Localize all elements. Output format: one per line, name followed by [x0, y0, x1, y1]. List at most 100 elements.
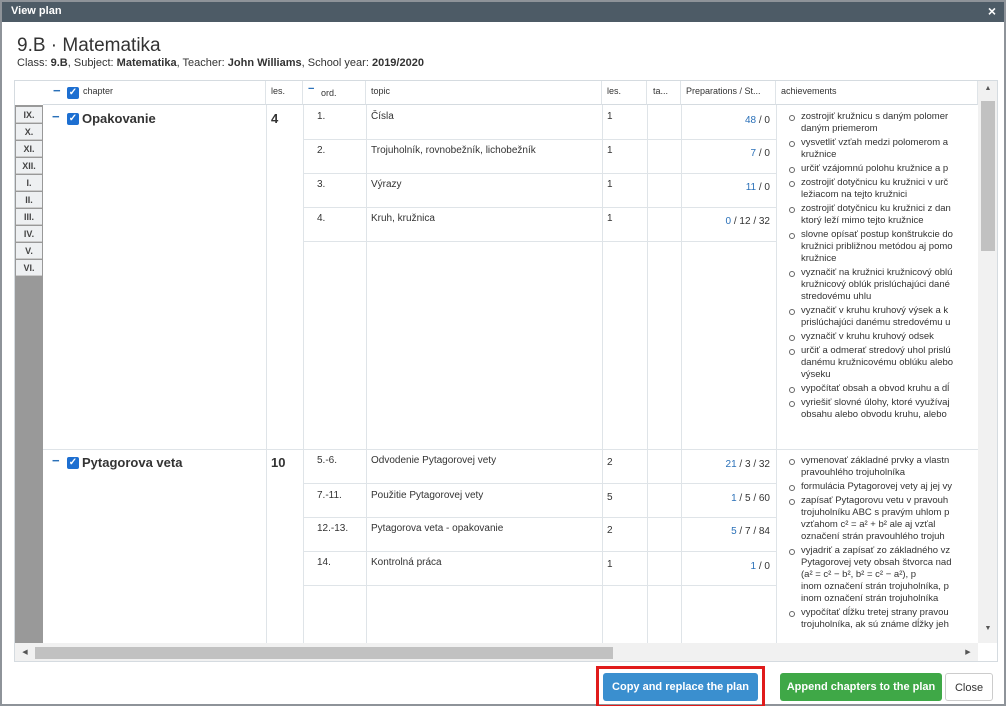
preparations-link[interactable]: 48: [745, 115, 756, 126]
achievement-item: vyriešiť slovné úlohy, ktoré využívaj: [787, 397, 979, 409]
topic-preparations: 1 / 5 / 60: [690, 493, 770, 504]
preparations-rest: / 0: [756, 148, 770, 159]
achievement-line: trojuholníku ABC s pravým uhlom p: [801, 507, 950, 518]
topic-ord: 3.: [317, 179, 326, 190]
chapter-name: Opakovanie: [82, 111, 156, 126]
achievement-line: kružnicový oblúk prislúchajúci dané: [801, 279, 950, 290]
grade-tab[interactable]: II.: [16, 192, 42, 208]
col-les-header[interactable]: les.: [266, 81, 303, 105]
col-achievements-header[interactable]: achievements: [776, 81, 978, 105]
preparations-link[interactable]: 11: [746, 182, 756, 193]
col-les2-header[interactable]: les.: [602, 81, 647, 105]
collapse-topics-icon[interactable]: −: [308, 83, 314, 95]
topic-ord: 14.: [317, 557, 331, 568]
achievement-item: vypočítať obsah a obvod kruhu a dĺ: [787, 383, 979, 395]
achievement-line: trojuholníka, ak sú známe dĺžky jeh: [801, 619, 949, 630]
vertical-scroll-thumb[interactable]: [981, 101, 995, 251]
topic-name: Výrazy: [371, 179, 402, 190]
teacher-label: , Teacher:: [176, 57, 228, 69]
grade-tab[interactable]: VI.: [16, 260, 42, 276]
achievement-item: zostrojiť dotyčnicu ku kružnici v urč: [787, 177, 979, 189]
col-chapter-header[interactable]: − ✓ chapter: [43, 81, 266, 105]
grade-tab[interactable]: XII.: [16, 158, 42, 174]
chapter-checkbox[interactable]: ✓: [67, 113, 79, 125]
plan-meta: Class: 9.B, Subject: Matematika, Teacher…: [17, 57, 424, 69]
achievement-line: stredovému uhlu: [801, 291, 872, 302]
topic-name: Kruh, kružnica: [371, 213, 435, 224]
close-icon[interactable]: ×: [988, 3, 996, 19]
col-topic-label: topic: [371, 86, 391, 96]
col-ord-header[interactable]: − ord.: [303, 81, 366, 105]
dialog-titlebar: View plan ×: [2, 2, 1004, 22]
grade-tab[interactable]: V.: [16, 243, 42, 259]
achievement-item: určiť a odmerať stredový uhol prislú: [787, 345, 979, 357]
col-chapter-label: chapter: [83, 86, 114, 96]
achievement-line: kružnice: [801, 253, 837, 264]
teacher-value: John Williams: [227, 57, 302, 69]
preparations-rest: / 0: [756, 182, 770, 193]
topic-lessons: 1: [607, 179, 613, 190]
grade-tab[interactable]: XI.: [16, 141, 42, 157]
topic-name: Trojuholník, rovnobežník, lichobežník: [371, 145, 536, 156]
scroll-left-icon[interactable]: ◀: [15, 648, 35, 656]
dialog-title: View plan: [11, 5, 62, 17]
grade-tab[interactable]: IV.: [16, 226, 42, 242]
achievement-item: slovne opísať postup konštrukcie do: [787, 229, 979, 241]
topic-name: Kontrolná práca: [371, 557, 442, 568]
achievement-line: inom označení strán trojuholníka: [801, 593, 939, 604]
achievement-item: vyznačiť na kružnici kružnicový oblú: [787, 267, 979, 279]
topic-lessons: 5: [607, 492, 613, 503]
close-button[interactable]: Close: [945, 673, 993, 701]
topic-preparations: 48 / 0: [690, 115, 770, 126]
topic-name: Odvodenie Pytagorovej vety: [371, 455, 497, 466]
achievement-item: formulácia Pytagorovej vety aj jej vy: [787, 481, 979, 493]
topic-ord: 5.-6.: [317, 455, 338, 466]
chapter-lessons: 10: [271, 455, 286, 470]
topic-lessons: 2: [607, 457, 613, 468]
achievement-line: prislúchajúci danému stredovému u: [801, 317, 951, 328]
scroll-right-icon[interactable]: ▶: [958, 648, 978, 656]
topic-preparations: 0 / 12 / 32: [690, 216, 770, 227]
achievement-line: kružnice: [801, 149, 837, 160]
col-topic-header[interactable]: topic: [366, 81, 602, 105]
topic-lessons: 1: [607, 111, 613, 122]
topic-ord: 7.-11.: [317, 490, 342, 501]
col-prep-header[interactable]: Preparations / St...: [681, 81, 776, 105]
copy-and-replace-button[interactable]: Copy and replace the plan: [603, 673, 758, 701]
collapse-chapter-icon[interactable]: −: [52, 453, 60, 468]
topic-ord: 12.-13.: [317, 523, 349, 534]
preparations-rest: / 3 / 32: [736, 459, 770, 470]
scroll-down-icon[interactable]: ▼: [978, 625, 997, 632]
grade-tab[interactable]: X.: [16, 124, 42, 140]
achievement-line: výseku: [801, 369, 831, 380]
achievement-line: obsahu alebo obvodu kruhu, alebo: [801, 409, 947, 420]
topic-lessons: 1: [607, 213, 613, 224]
achievement-line: označení strán pravouhlého trojuh: [801, 531, 945, 542]
select-all-checkbox[interactable]: ✓: [67, 87, 79, 99]
horizontal-scroll-thumb[interactable]: [35, 647, 613, 659]
col-ach-label: achievements: [781, 86, 837, 96]
preparations-link[interactable]: 21: [726, 459, 737, 470]
topic-name: Pytagorova veta - opakovanie: [371, 523, 504, 534]
topic-name: Čísla: [371, 111, 394, 122]
class-label: Class:: [17, 57, 51, 69]
vertical-scrollbar[interactable]: ▲ ▼: [978, 81, 997, 643]
achievement-line: pravouhlého trojuholníka: [801, 467, 906, 478]
scroll-up-icon[interactable]: ▲: [978, 85, 997, 92]
achievement-item: zostrojiť kružnicu s daným polomer: [787, 111, 979, 123]
horizontal-scrollbar[interactable]: ◀ ▶: [15, 643, 978, 661]
collapse-chapter-icon[interactable]: −: [52, 109, 60, 124]
grade-tab[interactable]: III.: [16, 209, 42, 225]
grade-tab[interactable]: I.: [16, 175, 42, 191]
append-chapters-button[interactable]: Append chapters to the plan: [780, 673, 942, 701]
chapter-checkbox[interactable]: ✓: [67, 457, 79, 469]
grade-tab[interactable]: IX.: [16, 107, 42, 123]
achievement-item: vymenovať základné prvky a vlastn: [787, 455, 979, 467]
col-ta-header[interactable]: ta...: [647, 81, 681, 105]
achievement-item: vysvetliť vzťah medzi polomerom a: [787, 137, 979, 149]
achievement-item: určiť vzájomnú polohu kružnice a p: [787, 163, 979, 175]
collapse-all-icon[interactable]: −: [53, 83, 61, 98]
topic-preparations: 7 / 0: [690, 148, 770, 159]
topic-lessons: 1: [607, 559, 613, 570]
achievements-list: zostrojiť kružnicu s daným polomer daným…: [787, 111, 979, 441]
